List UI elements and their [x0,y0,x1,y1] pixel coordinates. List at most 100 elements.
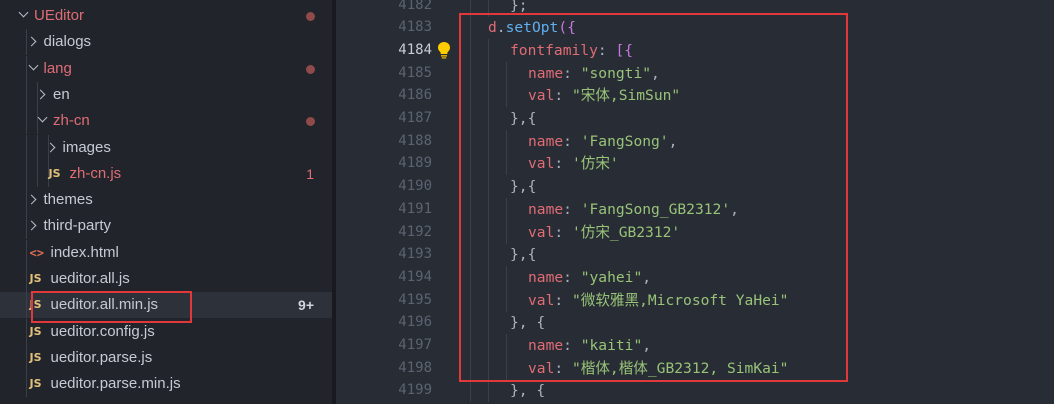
tree-item-lang[interactable]: lang [0,55,332,82]
tree-item-images[interactable]: images [0,134,332,161]
code-token: name [528,64,564,82]
chevron-right-icon[interactable] [26,36,36,47]
code-token: '仿宋_GB2312' [571,223,681,241]
code-token: name [528,132,564,150]
indent-guide [506,334,507,357]
js-file-icon: JS [29,350,42,364]
indent-guide [470,38,471,62]
tree-item-zh-cn[interactable]: zh-cn [0,108,332,135]
code-text: fontfamily: [{ [510,39,633,62]
code-token: },{ [510,110,537,127]
lightbulb-icon[interactable] [436,41,452,59]
indent-guide [470,356,471,380]
chevron-down-icon[interactable] [37,112,48,123]
tree-item-label: ueditor.parse.min.js [50,375,181,393]
modified-dot-icon [306,12,315,21]
code-text: d.setOpt({ [488,16,576,39]
indent-guide [488,129,489,153]
indent-guide [488,220,489,244]
file-explorer: UEditor dialogs lang en zh-cn images JS zh-cn.j… [0,0,332,404]
chevron-right-icon[interactable] [45,142,55,152]
tree-item-label: images [62,138,111,156]
line-number: 4195 [398,291,432,308]
tree-item-ueditor[interactable]: UEditor [0,3,332,29]
indent-guide [470,220,471,244]
tree-item-ueditor-all-min-js[interactable]: JS ueditor.all.min.js 9+ [0,292,332,319]
code-token: . [496,19,506,37]
chevron-down-icon[interactable] [28,60,38,71]
code-token: d [488,19,497,37]
indent-guide [488,61,489,85]
indent-guide [470,107,471,130]
code-token: }, { [510,382,546,400]
chevron-right-icon[interactable] [26,194,36,205]
code-token: : [554,87,572,105]
tree-item-ueditor-parse-min-js[interactable]: JS ueditor.parse.min.js [0,371,332,398]
tree-item-label: third-party [43,217,112,235]
js-file-icon: JS [29,298,42,312]
code-token: : [554,155,572,173]
tree-item-label: zh-cn [53,112,90,130]
indent-guide [37,160,38,187]
indent-guide [470,197,471,221]
indent-guide [26,292,27,319]
indent-guide [488,356,489,380]
indent-guide [26,134,27,161]
indent-guide [506,197,507,221]
indent-guide [488,379,489,403]
code-editor[interactable]: 4182 4183 4184 4185 4186 4187 4188 4189 4190 4191… [336,0,1054,404]
chevron-down-icon[interactable] [18,7,29,18]
code-token: : [563,132,581,150]
indent-guide [470,129,471,153]
tree-item-ueditor-parse-js[interactable]: JS ueditor.parse.js [0,344,332,371]
tree-item-label: lang [43,59,72,77]
chevron-right-icon[interactable] [26,220,36,231]
tree-item-ueditor-all-js[interactable]: JS ueditor.all.js [0,266,332,292]
code-token: : [554,223,572,241]
code-token: name [528,268,564,286]
indent-guide [488,38,489,62]
code-token: , [651,64,660,82]
tree-item-label: index.html [50,243,119,261]
indent-guide [506,356,507,380]
indent-guide [470,152,471,176]
code-text: val: "微软雅黑,Microsoft YaHei" [528,289,788,312]
line-number: 4185 [398,64,432,81]
indent-guide [470,84,471,108]
code-text: val: "宋体,SimSun" [528,84,680,107]
tree-item-themes[interactable]: themes [0,187,332,214]
problem-count-badge: 1 [306,165,314,182]
indent-guide [488,311,489,335]
code-area[interactable]: }; d.setOpt({fontfamily: [{name: "songti"… [466,0,1054,404]
line-number: 4187 [398,110,432,126]
js-file-icon: JS [29,324,42,338]
tree-item-zh-cn-js[interactable]: JS zh-cn.js 1 [0,160,332,187]
code-token: [{ [615,41,634,59]
problem-count-badge: 9+ [298,297,314,314]
indent-guide [470,61,471,85]
line-number: 4198 [398,359,432,376]
tree-item-ueditor-config-js[interactable]: JS ueditor.config.js [0,318,332,345]
tree-item-en[interactable]: en [0,81,332,108]
code-token: : [554,359,572,377]
tree-item-third-party[interactable]: third-party [0,213,332,240]
code-token: 'FangSong_GB2312' [580,200,731,218]
code-text: }; [510,0,528,17]
indent-guide [470,175,471,199]
tree-item-index-html[interactable]: <> index.html [0,239,332,266]
indent-guide [470,288,471,312]
indent-guide [37,134,38,161]
code-token: }; [510,0,528,14]
tree-item-dialogs[interactable]: dialogs [0,29,332,56]
code-token: "宋体,SimSun" [571,87,681,105]
line-number: 4196 [398,314,432,331]
indent-guide [488,197,489,221]
line-number: 4193 [398,246,432,263]
line-number: 4199 [398,382,432,399]
indent-guide [488,107,489,130]
code-token: name [528,200,564,218]
indent-guide [488,288,489,312]
indent-guide [470,379,471,403]
line-number: 4188 [398,132,432,149]
code-token: , [642,268,652,286]
